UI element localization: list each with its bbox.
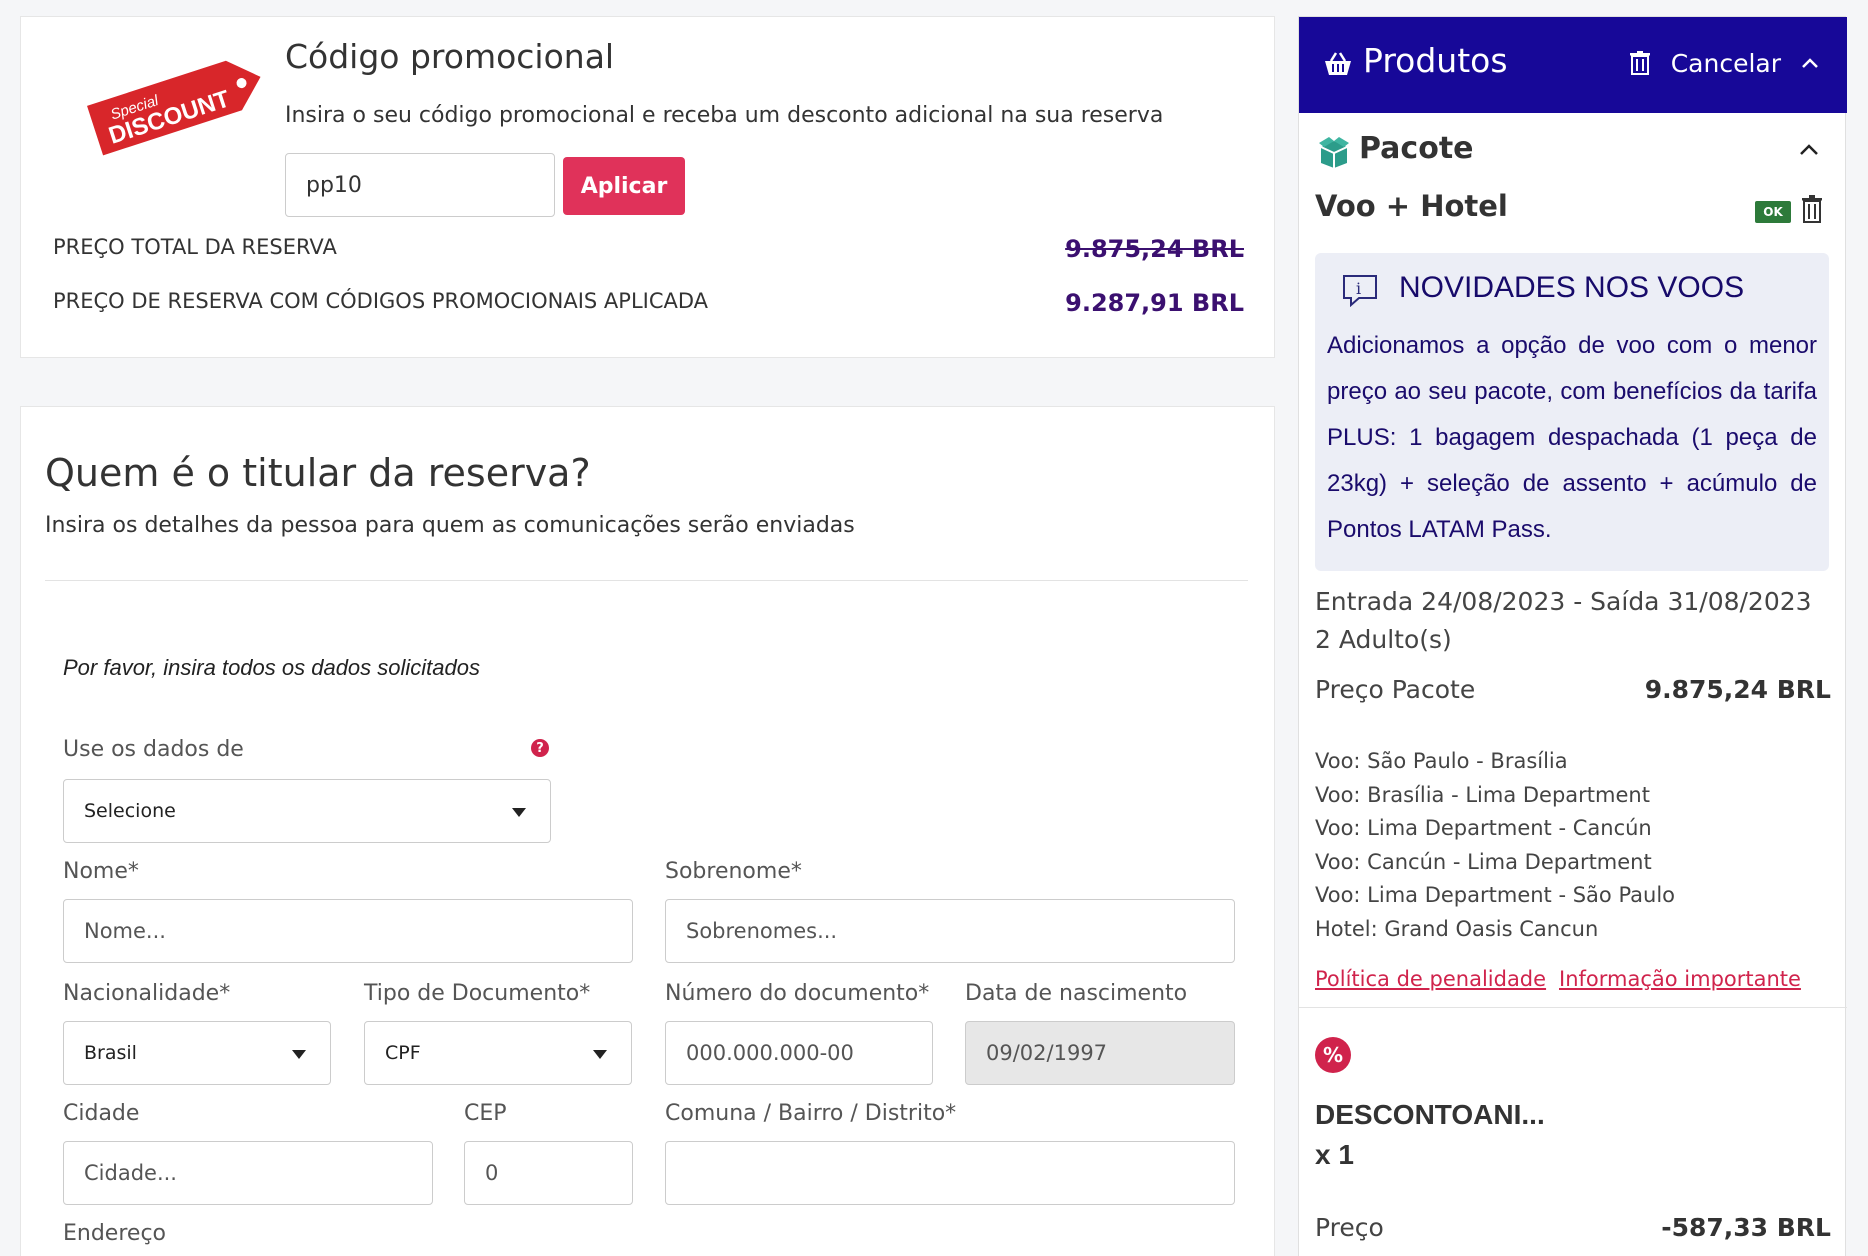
package-price-label: Preço Pacote	[1315, 675, 1476, 704]
products-sidebar: Produtos Cancelar Pacote Voo + Hotel OK	[1298, 16, 1847, 1256]
adults-count: 2 Adulto(s)	[1315, 625, 1452, 654]
apply-promo-button[interactable]: Aplicar	[563, 157, 685, 215]
doc-number-label: Número do documento*	[665, 981, 930, 1006]
surname-input[interactable]: Sobrenomes...	[665, 899, 1235, 963]
chevron-up-icon[interactable]	[1799, 143, 1819, 156]
birth-date-input: 09/02/1997	[965, 1021, 1235, 1085]
package-box-icon	[1319, 137, 1349, 168]
list-item: Hotel: Grand Oasis Cancun	[1315, 916, 1599, 941]
discount-percent-icon: %	[1315, 1037, 1351, 1073]
flight-news-box: i NOVIDADES NOS VOOS Adicionamos a opção…	[1315, 253, 1829, 571]
doc-number-placeholder: 000.000.000-00	[686, 1041, 854, 1065]
trash-icon	[1630, 51, 1650, 75]
list-item: Voo: São Paulo - Brasília	[1315, 749, 1568, 773]
doc-type-select[interactable]: CPF	[364, 1021, 632, 1085]
caret-down-icon	[512, 808, 526, 817]
package-title: Pacote	[1359, 131, 1474, 166]
cep-input[interactable]: 0	[464, 1141, 633, 1205]
package-name: Voo + Hotel	[1315, 189, 1508, 223]
info-message-icon: i	[1343, 275, 1377, 307]
holder-title: Quem é o titular da reserva?	[45, 451, 591, 495]
news-body: Adicionamos a opção de voo com o menor p…	[1327, 332, 1817, 543]
svg-text:i: i	[1356, 279, 1361, 298]
surname-placeholder: Sobrenomes...	[686, 919, 838, 943]
itinerary-list: Voo: São Paulo - Brasília Voo: Brasília …	[1315, 745, 1675, 946]
cep-value: 0	[485, 1161, 499, 1185]
address-label: Endereço	[63, 1221, 166, 1246]
form-instruction: Por favor, insira todos os dados solicit…	[63, 655, 481, 680]
use-data-value: Selecione	[84, 800, 176, 822]
chevron-up-icon[interactable]	[1801, 57, 1819, 69]
nationality-value: Brasil	[84, 1042, 137, 1064]
discounted-price-value: 9.287,91 BRL	[1065, 289, 1244, 317]
discount-price-value: -587,33 BRL	[1661, 1213, 1831, 1242]
doc-type-value: CPF	[385, 1042, 421, 1064]
products-title: Produtos	[1363, 41, 1508, 80]
caret-down-icon	[292, 1050, 306, 1059]
booking-holder-card: Quem é o titular da reserva? Insira os d…	[20, 406, 1275, 1256]
holder-subtitle: Insira os detalhes da pessoa para quem a…	[45, 513, 855, 538]
news-title: NOVIDADES NOS VOOS	[1399, 271, 1745, 304]
list-item: Voo: Cancún - Lima Department	[1315, 849, 1652, 874]
basket-icon	[1325, 52, 1351, 75]
products-header: Produtos Cancelar	[1299, 17, 1847, 113]
caret-down-icon	[593, 1050, 607, 1059]
doc-number-input[interactable]: 000.000.000-00	[665, 1021, 933, 1085]
district-input[interactable]	[665, 1141, 1235, 1205]
package-price-value: 9.875,24 BRL	[1644, 675, 1831, 704]
nationality-select[interactable]: Brasil	[63, 1021, 331, 1085]
list-item: Voo: Brasília - Lima Department	[1315, 782, 1650, 807]
discount-price-label: Preço	[1315, 1213, 1384, 1242]
list-item: Voo: Lima Department - São Paulo	[1315, 883, 1676, 907]
important-info-link[interactable]: Informação importante	[1559, 967, 1801, 991]
district-label: Comuna / Bairro / Distrito*	[665, 1101, 957, 1126]
ok-badge: OK	[1755, 201, 1791, 223]
promo-code-input[interactable]	[285, 153, 555, 217]
use-data-select[interactable]: Selecione	[63, 779, 551, 843]
name-input[interactable]: Nome...	[63, 899, 633, 963]
city-label: Cidade	[63, 1101, 140, 1126]
help-icon[interactable]: ?	[531, 739, 549, 757]
cep-label: CEP	[464, 1101, 507, 1126]
promo-subtitle: Insira o seu código promocional e receba…	[285, 103, 1164, 128]
discount-name: DESCONTOANI...	[1315, 1099, 1545, 1130]
cancel-products-button[interactable]: Cancelar	[1671, 49, 1781, 78]
nationality-label: Nacionalidade*	[63, 981, 231, 1006]
promo-code-card: Special DISCOUNT Código promocional Insi…	[20, 16, 1275, 358]
total-price-label: PREÇO TOTAL DA RESERVA	[53, 235, 337, 259]
discounted-price-label: PREÇO DE RESERVA COM CÓDIGOS PROMOCIONAI…	[53, 289, 709, 313]
stay-dates: Entrada 24/08/2023 - Saída 31/08/2023 2 …	[1315, 583, 1812, 659]
doc-type-label: Tipo de Documento*	[364, 981, 591, 1006]
trash-icon[interactable]	[1801, 195, 1823, 223]
section-divider	[45, 580, 1248, 581]
discount-quantity: x 1	[1315, 1139, 1354, 1170]
total-price-value: 9.875,24 BRL	[1065, 235, 1244, 263]
surname-label: Sobrenome*	[665, 859, 802, 884]
city-input[interactable]: Cidade...	[63, 1141, 433, 1205]
name-label: Nome*	[63, 859, 139, 884]
sidebar-divider	[1299, 1007, 1847, 1008]
use-data-label: Use os dados de	[63, 737, 244, 762]
name-placeholder: Nome...	[84, 919, 166, 943]
special-discount-badge-icon: Special DISCOUNT	[87, 60, 261, 156]
stay-dates-text: Entrada 24/08/2023 - Saída 31/08/2023	[1315, 587, 1812, 616]
city-placeholder: Cidade...	[84, 1161, 177, 1185]
list-item: Voo: Lima Department - Cancún	[1315, 816, 1652, 840]
penalty-policy-link[interactable]: Política de penalidade	[1315, 967, 1546, 991]
promo-title: Código promocional	[285, 37, 615, 76]
birth-date-value: 09/02/1997	[986, 1041, 1108, 1065]
birth-date-label: Data de nascimento	[965, 981, 1188, 1006]
